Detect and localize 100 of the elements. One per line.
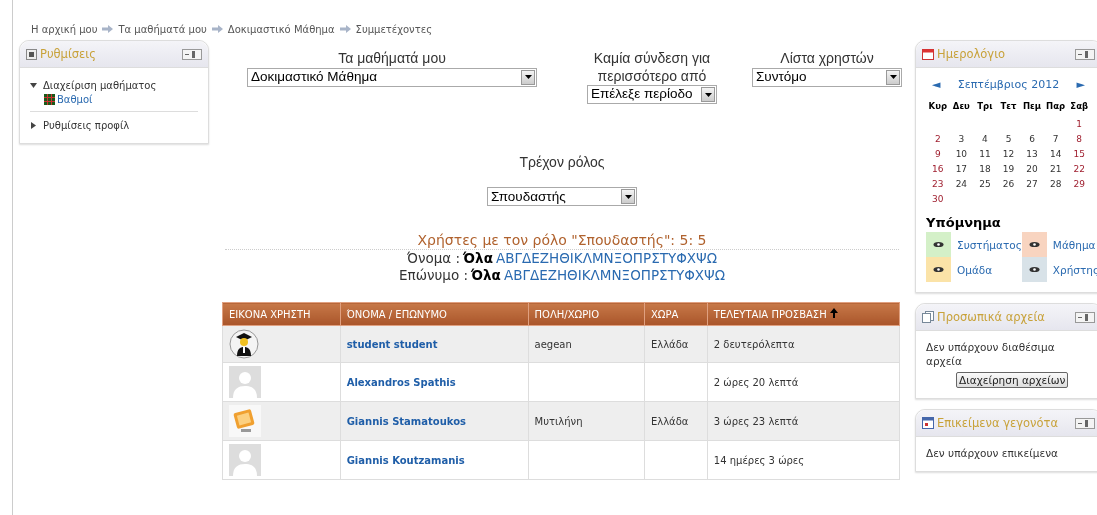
dock-icon[interactable] <box>1075 48 1095 60</box>
letter-link[interactable]: Δ <box>521 250 532 267</box>
letter-link[interactable]: Η <box>549 250 560 267</box>
calendar-day[interactable]: 8 <box>1067 133 1091 145</box>
caret-icon[interactable] <box>704 92 712 97</box>
user-name-link[interactable]: Giannis Koutzamanis <box>346 454 465 466</box>
breadcrumb-link[interactable]: Τα μαθήματά μου <box>118 23 207 35</box>
calendar-day[interactable]: 25 <box>973 178 997 190</box>
legend-link[interactable]: Συστήματος <box>957 238 1022 251</box>
calendar-day[interactable]: 11 <box>973 148 997 160</box>
letter-link[interactable]: Η <box>556 267 568 284</box>
letter-link[interactable]: Κ <box>581 267 591 284</box>
letter-link[interactable]: Μ <box>599 267 612 284</box>
calendar-day[interactable]: 24 <box>949 178 974 190</box>
letter-link[interactable]: Σ <box>651 250 660 267</box>
calendar-day[interactable]: 14 <box>1043 148 1068 160</box>
collapsed-triangle-icon[interactable] <box>30 122 37 129</box>
calendar-day[interactable]: 17 <box>949 163 974 175</box>
letter-link[interactable]: Ω <box>706 250 718 267</box>
calendar-day[interactable]: 9 <box>926 148 950 160</box>
eye-icon[interactable] <box>933 241 944 248</box>
calendar-day[interactable]: 19 <box>996 163 1021 175</box>
calendar-day[interactable]: 6 <box>1020 133 1044 145</box>
letter-link[interactable]: Υ <box>667 250 677 267</box>
column-header[interactable]: ΕΙΚΟΝΑ ΧΡΗΣΤΗ <box>222 302 341 326</box>
calendar-day[interactable]: 2 <box>926 133 950 145</box>
letter-link[interactable]: Γ <box>522 267 530 284</box>
letter-link[interactable]: Ξ <box>613 250 623 267</box>
calendar-day[interactable]: 20 <box>1020 163 1044 175</box>
tree-item[interactable]: Ρυθμίσεις προφίλ <box>43 120 130 131</box>
calendar-day[interactable]: 26 <box>996 178 1021 190</box>
breadcrumb-link[interactable]: Δοκιμαστικό Μάθημα <box>227 23 335 35</box>
calendar-day[interactable]: 21 <box>1043 163 1068 175</box>
next-month-link[interactable]: ► <box>1076 78 1085 91</box>
breadcrumb-link[interactable]: Η αρχική μου <box>31 23 98 35</box>
manage-files-button[interactable]: Διαχείρηση αρχείων <box>956 372 1069 389</box>
all-link[interactable]: Όλα <box>463 250 493 267</box>
letter-link[interactable]: Θ <box>567 267 578 284</box>
letter-link[interactable]: Φ <box>676 250 687 267</box>
letter-link[interactable]: Μ <box>591 250 604 267</box>
letter-link[interactable]: Χ <box>686 250 697 267</box>
letter-link[interactable]: Σ <box>659 267 668 284</box>
user-name-link[interactable]: Alexandros Spathis <box>346 376 456 388</box>
calendar-day[interactable]: 10 <box>949 148 974 160</box>
letter-link[interactable]: Ξ <box>621 267 631 284</box>
dropdown[interactable]: Συντόμο <box>752 67 902 87</box>
letter-link[interactable]: Τ <box>659 250 668 267</box>
letter-link[interactable]: Ε <box>539 267 548 284</box>
letter-link[interactable]: Ι <box>569 250 574 267</box>
calendar-day[interactable]: 22 <box>1067 163 1091 175</box>
letter-link[interactable]: Α <box>503 267 514 284</box>
calendar-day[interactable]: 4 <box>973 133 997 145</box>
calendar-day[interactable]: 15 <box>1067 148 1091 160</box>
calendar-day[interactable]: 3 <box>949 133 974 145</box>
user-name-link[interactable]: Giannis Stamatoukos <box>346 415 466 427</box>
sort-up-icon[interactable] <box>829 308 838 318</box>
caret-icon[interactable] <box>524 75 532 79</box>
dock-icon[interactable] <box>1075 311 1095 323</box>
tree-item[interactable]: Διαχείριση μαθήματος <box>43 80 157 91</box>
column-header[interactable]: ΧΩΡΑ <box>644 302 708 326</box>
eye-icon[interactable] <box>1028 241 1040 248</box>
letter-link[interactable]: Δ <box>529 267 540 284</box>
previous-month-link[interactable]: ◄ <box>932 78 941 91</box>
letter-link[interactable]: Κ <box>573 250 583 267</box>
column-header[interactable]: ΤΕΛΕΥΤΑΙΑ ΠΡΟΣΒΑΣΗ <box>707 302 900 326</box>
user-name-link[interactable]: student student <box>346 338 438 350</box>
all-link[interactable]: Όλα <box>471 267 501 284</box>
calendar-day[interactable]: 7 <box>1043 133 1068 145</box>
calendar-day[interactable]: 27 <box>1020 178 1044 190</box>
caret-icon[interactable] <box>624 194 632 199</box>
letter-link[interactable]: Α <box>495 250 506 267</box>
letter-link[interactable]: Ω <box>714 267 725 284</box>
letter-link[interactable]: Β <box>505 250 515 267</box>
letter-link[interactable]: Ζ <box>547 267 557 284</box>
dock-icon[interactable] <box>1075 417 1095 429</box>
column-header[interactable]: ΠΟΛΗ/ΧΩΡΙΟ <box>528 302 645 326</box>
letter-link[interactable]: Ο <box>622 250 633 267</box>
dropdown[interactable]: Σπουδαστής <box>487 187 637 206</box>
letter-link[interactable]: Γ <box>514 250 522 267</box>
eye-icon[interactable] <box>1028 266 1040 273</box>
letter-link[interactable]: Θ <box>559 250 570 267</box>
calendar-day[interactable]: 13 <box>1020 148 1044 160</box>
letter-link[interactable]: Β <box>513 267 523 284</box>
letter-link[interactable]: Ζ <box>539 250 549 267</box>
letter-link[interactable]: Λ <box>582 250 592 267</box>
calendar-day[interactable]: 28 <box>1043 178 1068 190</box>
letter-link[interactable]: Π <box>632 250 643 267</box>
tree-link[interactable]: Βαθμοί <box>57 94 93 105</box>
calendar-day[interactable]: 30 <box>926 193 950 205</box>
dropdown[interactable]: Δοκιμαστικό Μάθημα <box>247 67 537 87</box>
calendar-day[interactable]: 29 <box>1067 178 1091 190</box>
letter-link[interactable]: Π <box>640 267 651 284</box>
letter-link[interactable]: Υ <box>675 267 685 284</box>
letter-link[interactable]: Φ <box>684 267 695 284</box>
letter-link[interactable]: Ο <box>630 267 641 284</box>
letter-link[interactable]: Ν <box>611 267 622 284</box>
caret-icon[interactable] <box>889 75 897 79</box>
dock-icon[interactable] <box>182 48 202 60</box>
letter-link[interactable]: Ψ <box>696 250 707 267</box>
calendar-day[interactable]: 5 <box>996 133 1021 145</box>
